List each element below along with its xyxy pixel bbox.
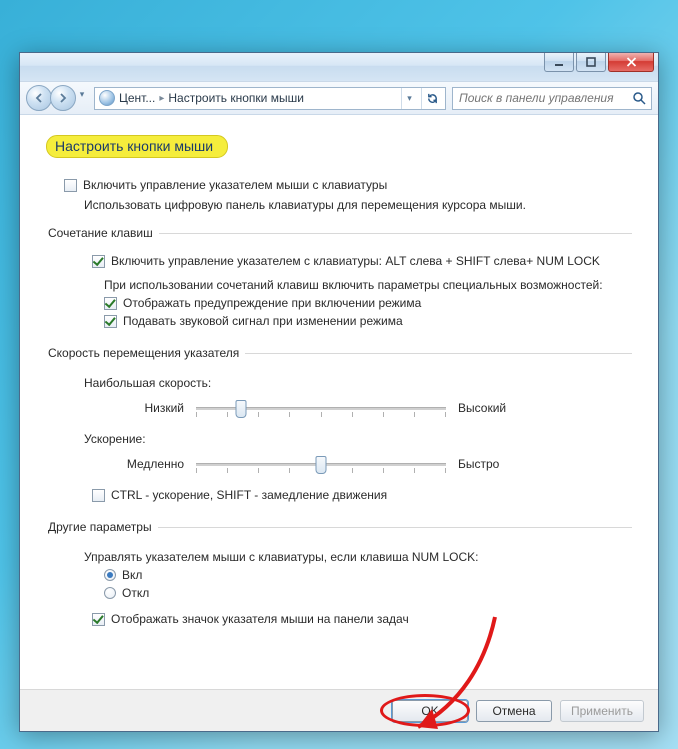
- search-input[interactable]: [457, 90, 631, 106]
- other-legend: Другие параметры: [46, 520, 158, 534]
- show-warning-label: Отображать предупреждение при включении …: [123, 296, 421, 310]
- shortcut-subdesc: При использовании сочетаний клавиш включ…: [104, 278, 632, 292]
- numlock-off-label: Откл: [122, 586, 149, 600]
- enable-mousekeys-label: Включить управление указателем мыши с кл…: [83, 178, 387, 192]
- max-speed-slider-row: Низкий Высокий: [104, 396, 632, 420]
- nav-arrows: ▾: [26, 85, 88, 111]
- accel-slider-row: Медленно Быстро: [104, 452, 632, 476]
- ctrl-shift-label: CTRL - ускорение, SHIFT - замедление дви…: [111, 488, 387, 502]
- accel-high: Быстро: [458, 457, 538, 471]
- dialog-button-bar: OK Отмена Применить: [20, 689, 658, 731]
- numlock-off-row: Откл: [104, 586, 632, 600]
- accel-thumb[interactable]: [316, 456, 327, 474]
- close-button[interactable]: [608, 53, 654, 72]
- speed-legend: Скорость перемещения указателя: [46, 346, 245, 360]
- enable-mousekeys-row: Включить управление указателем мыши с кл…: [64, 178, 632, 192]
- ok-button[interactable]: OK: [392, 700, 468, 722]
- cancel-button[interactable]: Отмена: [476, 700, 552, 722]
- navigation-bar: ▾ Цент... ▸ Настроить кнопки мыши ▾: [20, 81, 658, 115]
- control-panel-icon: [99, 90, 115, 106]
- maximize-button[interactable]: [576, 53, 606, 72]
- nav-history-dropdown[interactable]: ▾: [76, 85, 88, 103]
- content-area: Настроить кнопки мыши Включить управлени…: [20, 115, 658, 689]
- control-panel-window: ▾ Цент... ▸ Настроить кнопки мыши ▾: [19, 52, 659, 732]
- numlock-off-radio[interactable]: [104, 587, 116, 599]
- max-speed-low: Низкий: [104, 401, 184, 415]
- show-icon-checkbox[interactable]: [92, 613, 105, 626]
- ctrl-shift-row: CTRL - ускорение, SHIFT - замедление дви…: [92, 488, 632, 502]
- show-warning-checkbox[interactable]: [104, 297, 117, 310]
- numlock-on-label: Вкл: [122, 568, 142, 582]
- enable-mousekeys-checkbox[interactable]: [64, 179, 77, 192]
- breadcrumb: Цент... ▸ Настроить кнопки мыши: [119, 91, 397, 105]
- enable-shortcut-row: Включить управление указателем с клавиат…: [92, 254, 632, 268]
- apply-button[interactable]: Применить: [560, 700, 644, 722]
- ctrl-shift-checkbox[interactable]: [92, 489, 105, 502]
- forward-button[interactable]: [50, 85, 76, 111]
- accel-slider[interactable]: [196, 452, 446, 476]
- max-speed-high: Высокий: [458, 401, 538, 415]
- show-warning-row: Отображать предупреждение при включении …: [104, 296, 632, 310]
- slider-ticks: [196, 412, 446, 417]
- minimize-button[interactable]: [544, 53, 574, 72]
- pointer-speed-group: Скорость перемещения указателя Наибольша…: [46, 346, 632, 506]
- accel-label: Ускорение:: [84, 432, 632, 446]
- address-dropdown[interactable]: ▾: [401, 88, 417, 109]
- enable-mousekeys-desc: Использовать цифровую панель клавиатуры …: [84, 198, 632, 212]
- page-title: Настроить кнопки мыши: [46, 135, 228, 158]
- numlock-label: Управлять указателем мыши с клавиатуры, …: [84, 550, 632, 564]
- show-icon-row: Отображать значок указателя мыши на пане…: [92, 612, 632, 626]
- max-speed-thumb[interactable]: [236, 400, 247, 418]
- refresh-button[interactable]: [421, 88, 443, 109]
- play-sound-row: Подавать звуковой сигнал при изменении р…: [104, 314, 632, 328]
- desktop-background: ▾ Цент... ▸ Настроить кнопки мыши ▾: [0, 0, 678, 749]
- accel-low: Медленно: [104, 457, 184, 471]
- window-controls: [544, 53, 658, 72]
- window-titlebar: [20, 53, 658, 81]
- numlock-on-row: Вкл: [104, 568, 632, 582]
- max-speed-label: Наибольшая скорость:: [84, 376, 632, 390]
- slider-track: [196, 407, 446, 410]
- enable-shortcut-checkbox[interactable]: [92, 255, 105, 268]
- show-icon-label: Отображать значок указателя мыши на пане…: [111, 612, 409, 626]
- max-speed-slider[interactable]: [196, 396, 446, 420]
- numlock-on-radio[interactable]: [104, 569, 116, 581]
- shortcut-legend: Сочетание клавиш: [46, 226, 159, 240]
- breadcrumb-item[interactable]: Цент...: [119, 91, 155, 105]
- search-box[interactable]: [452, 87, 652, 110]
- shortcut-group: Сочетание клавиш Включить управление ука…: [46, 226, 632, 332]
- other-params-group: Другие параметры Управлять указателем мы…: [46, 520, 632, 630]
- play-sound-checkbox[interactable]: [104, 315, 117, 328]
- back-button[interactable]: [26, 85, 52, 111]
- chevron-right-icon[interactable]: ▸: [159, 93, 164, 104]
- enable-shortcut-label: Включить управление указателем с клавиат…: [111, 254, 600, 268]
- breadcrumb-item[interactable]: Настроить кнопки мыши: [168, 91, 304, 105]
- play-sound-label: Подавать звуковой сигнал при изменении р…: [123, 314, 403, 328]
- search-icon[interactable]: [631, 91, 647, 105]
- address-bar[interactable]: Цент... ▸ Настроить кнопки мыши ▾: [94, 87, 446, 110]
